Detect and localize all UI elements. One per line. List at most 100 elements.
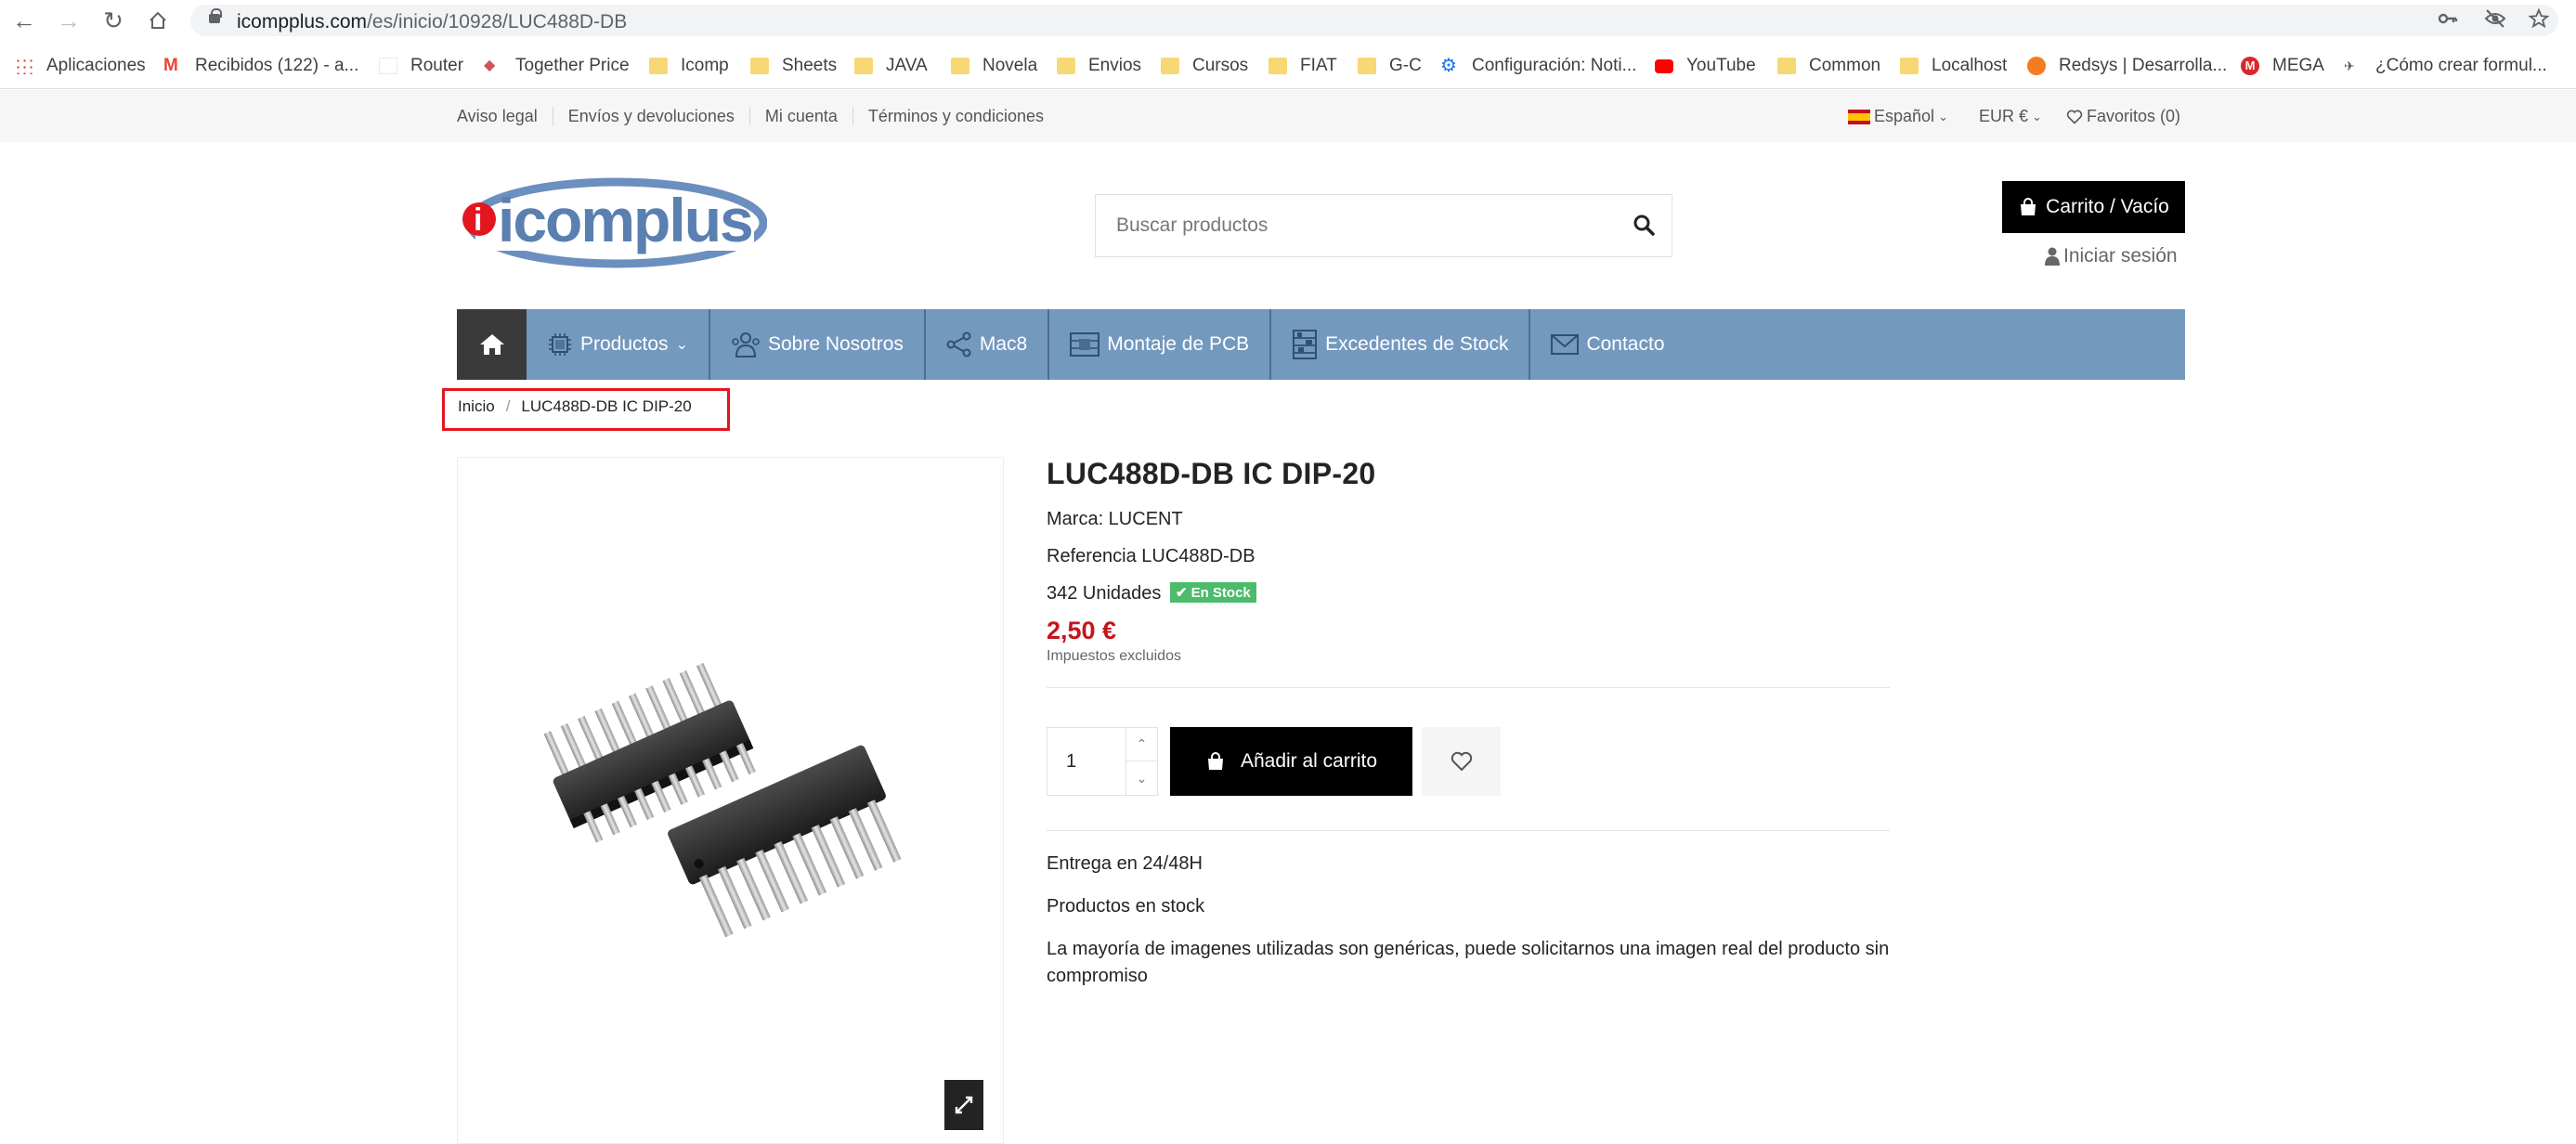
forward-arrow-icon[interactable]: → [54, 6, 84, 35]
site-favicon-icon: ✈ [2344, 58, 2355, 73]
divider [1047, 687, 1890, 688]
shelves-icon [1293, 330, 1318, 359]
bookmark-fiat[interactable]: FIAT [1268, 54, 1337, 78]
folder-icon [1057, 58, 1075, 74]
search-icon[interactable] [1633, 214, 1657, 238]
bookmark-envios[interactable]: Envios [1057, 54, 1141, 78]
link-terminos[interactable]: Términos y condiciones [852, 107, 1059, 125]
nav-mac8[interactable]: Mac8 [926, 309, 1050, 380]
bookmark-novela[interactable]: Novela [951, 54, 1037, 78]
breadcrumb-current: LUC488D-DB IC DIP-20 [521, 397, 692, 415]
search-box [1095, 194, 1672, 257]
link-mi-cuenta[interactable]: Mi cuenta [748, 107, 852, 125]
stock-badge: ✔ En Stock [1170, 582, 1256, 603]
nav-montaje-pcb[interactable]: Montaje de PCB [1049, 309, 1272, 380]
chevron-down-icon: ⌄ [675, 337, 688, 353]
folder-icon [854, 58, 873, 74]
product-brand: Marca: LUCENT [1047, 509, 1183, 529]
page-icon [379, 58, 397, 74]
bookmark-sheets[interactable]: Sheets [750, 54, 837, 78]
home-icon[interactable] [143, 6, 173, 35]
folder-icon [1777, 58, 1796, 74]
breadcrumb: Inicio / LUC488D-DB IC DIP-20 [458, 397, 692, 416]
back-arrow-icon[interactable]: ← [9, 6, 39, 35]
bookmark-common[interactable]: Common [1777, 54, 1880, 78]
circuit-board-icon [1070, 332, 1100, 357]
redsys-icon [2027, 57, 2046, 75]
stock-info: Productos en stock [1047, 896, 1205, 916]
chip-icon [549, 333, 571, 356]
address-bar[interactable]: icompplus.com/es/inicio/10928/LUC488D-DB [190, 5, 2558, 36]
bookmark-cursos[interactable]: Cursos [1161, 54, 1248, 78]
units-available: 342 Unidades [1047, 583, 1162, 604]
bookmark-localhost[interactable]: Localhost [1900, 54, 2007, 78]
bookmark-configuracion[interactable]: ⚙ Configuración: Noti... [1440, 54, 1636, 78]
product-price: 2,50 € [1047, 617, 1117, 644]
team-icon [732, 332, 760, 358]
link-envios-devoluciones[interactable]: Envíos y devoluciones [552, 107, 749, 125]
nav-home[interactable] [457, 309, 527, 380]
nav-excedentes-stock[interactable]: Excedentes de Stock [1271, 309, 1531, 380]
favorites-link[interactable]: Favoritos (0) [2066, 107, 2180, 126]
logo-text: icomplus [498, 186, 752, 254]
quantity-down-button[interactable]: ⌄ [1125, 761, 1157, 795]
bookmark-gmail[interactable]: M Recibidos (122) - a... [163, 54, 358, 78]
bookmark-apps[interactable]: Aplicaciones [15, 54, 146, 78]
chevron-down-icon: ⌄ [1136, 770, 1148, 786]
product-title: LUC488D-DB IC DIP-20 [1047, 457, 1376, 490]
bookmark-mega[interactable]: M MEGA [2241, 54, 2324, 78]
url-text[interactable]: icompplus.com/es/inicio/10928/LUC488D-DB [237, 11, 627, 33]
link-aviso-legal[interactable]: Aviso legal [457, 107, 553, 125]
cart-button[interactable]: Carrito / Vacío [2002, 181, 2185, 233]
image-disclaimer: La mayoría de imagenes utilizadas son ge… [1047, 939, 1890, 986]
folder-icon [1900, 58, 1919, 74]
nav-productos[interactable]: Productos ⌄ [527, 309, 710, 380]
product-availability: 342 Unidades ✔ En Stock [1047, 582, 1256, 604]
breadcrumb-home-link[interactable]: Inicio [458, 397, 495, 416]
site-logo[interactable]: i icomplus [457, 176, 768, 277]
main-navigation: Productos ⌄ Sobre Nosotros Mac8 Montaje … [457, 309, 2185, 380]
login-link[interactable]: Iniciar sesión [2045, 245, 2178, 267]
bookmark-redsys[interactable]: Redsys | Desarrolla... [2027, 54, 2227, 78]
youtube-icon [1655, 58, 1673, 73]
star-bookmark-icon[interactable] [2528, 7, 2550, 34]
nav-contacto[interactable]: Contacto [1530, 309, 1685, 380]
lock-icon [209, 8, 222, 23]
product-image[interactable] [458, 458, 1004, 1144]
bookmark-gc[interactable]: G-C [1358, 54, 1422, 78]
bookmark-icomp[interactable]: Icomp [649, 54, 729, 78]
eye-off-icon[interactable] [2484, 8, 2506, 34]
gear-icon: ⚙ [1440, 56, 1457, 76]
heart-icon [2066, 110, 2083, 124]
bookmark-java[interactable]: JAVA [854, 54, 928, 78]
chevron-down-icon: ⌄ [1938, 109, 1948, 124]
bookmark-youtube[interactable]: YouTube [1655, 54, 1756, 78]
currency-selector[interactable]: EUR € ⌄ [1979, 107, 2042, 126]
add-to-wishlist-button[interactable] [1422, 727, 1501, 796]
tax-note: Impuestos excluidos [1047, 648, 1181, 664]
apps-grid-icon [15, 58, 33, 74]
top-links-bar: Aviso legal Envíos y devoluciones Mi cue… [0, 90, 2576, 142]
folder-icon [951, 58, 969, 74]
together-price-icon: ◆ [484, 58, 496, 73]
quantity-up-button[interactable]: ⌃ [1125, 728, 1157, 761]
quantity-input[interactable] [1047, 728, 1125, 795]
zoom-button[interactable] [944, 1080, 983, 1130]
reload-icon[interactable]: ↻ [98, 6, 128, 35]
bookmark-como-crear[interactable]: ✈ ¿Cómo crear formul... [2344, 54, 2547, 78]
folder-icon [1358, 58, 1376, 74]
key-icon[interactable] [2438, 8, 2458, 34]
delivery-info: Entrega en 24/48H [1047, 853, 1203, 874]
bookmark-router[interactable]: Router [379, 54, 463, 78]
quantity-stepper: ⌃ ⌄ [1047, 727, 1158, 796]
search-input[interactable] [1096, 195, 1616, 256]
bookmark-together-price[interactable]: ◆ Together Price [484, 54, 630, 78]
nav-sobre-nosotros[interactable]: Sobre Nosotros [710, 309, 926, 380]
language-selector[interactable]: Español ⌄ [1848, 107, 1948, 126]
top-links: Aviso legal Envíos y devoluciones Mi cue… [457, 107, 1059, 125]
add-to-cart-button[interactable]: Añadir al carrito [1170, 727, 1412, 796]
spain-flag-icon [1848, 109, 1870, 124]
breadcrumb-separator: / [505, 397, 511, 415]
user-icon [2045, 247, 2060, 266]
gmail-icon: M [163, 56, 178, 75]
